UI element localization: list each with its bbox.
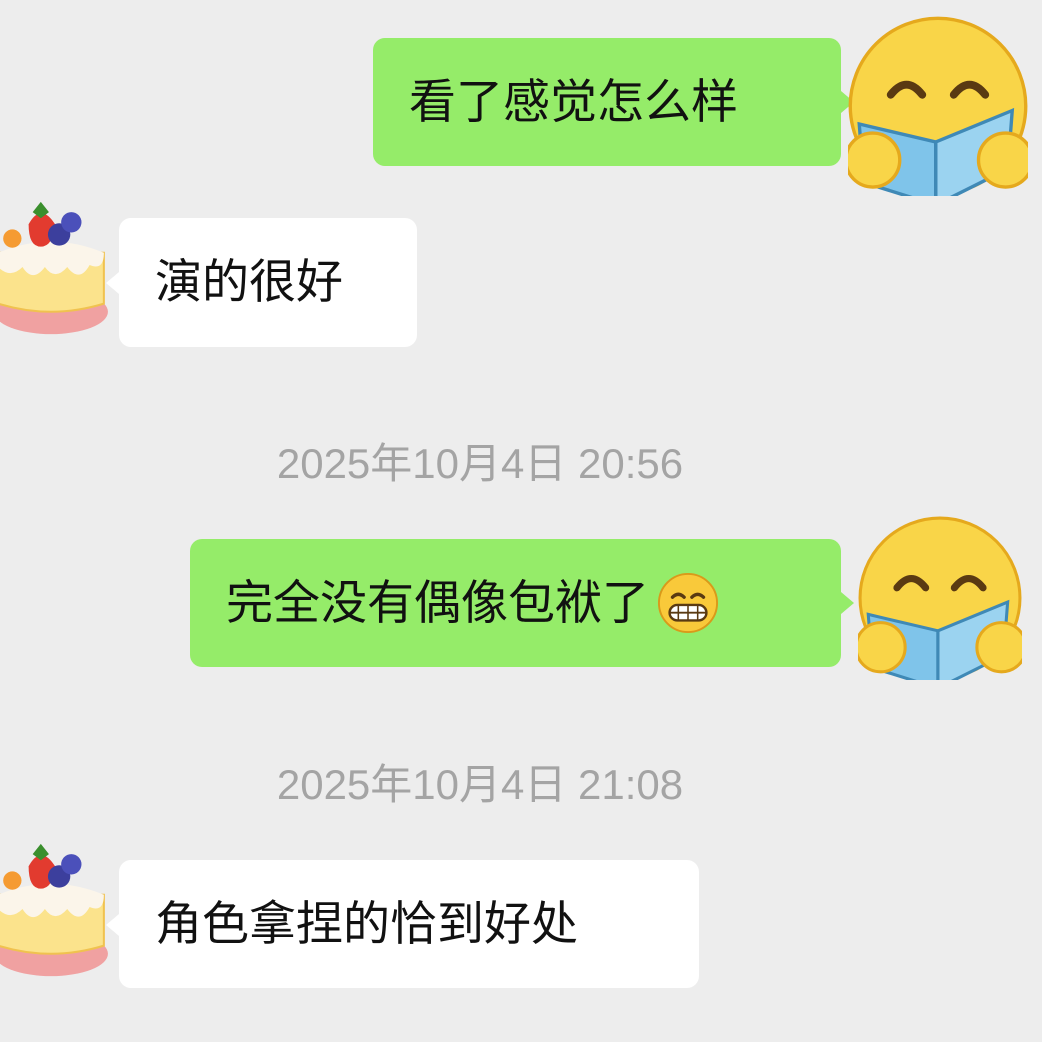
reading-emoji-icon [848, 16, 1028, 196]
reading-emoji-icon [858, 516, 1022, 680]
bubble-tail [106, 914, 119, 936]
cake-avatar[interactable] [0, 828, 112, 988]
message-bubble-received[interactable]: 角色拿捏的恰到好处 [119, 860, 699, 988]
reading-emoji-avatar[interactable] [848, 16, 1028, 196]
message-bubble-received[interactable]: 演的很好 [119, 218, 417, 347]
message-text: 完全没有偶像包袱了 [226, 575, 649, 631]
message-text: 演的很好 [155, 255, 343, 310]
message-text: 角色拿捏的恰到好处 [155, 896, 578, 952]
grinning-face-emoji-icon [657, 572, 719, 634]
message-bubble-sent[interactable]: 看了感觉怎么样 [373, 38, 841, 166]
bubble-tail [841, 592, 854, 614]
message-bubble-sent[interactable]: 完全没有偶像包袱了 [190, 539, 841, 667]
timestamp: 2025年10月4日 20:56 [276, 440, 684, 487]
cake-icon [0, 200, 109, 336]
reading-emoji-avatar[interactable] [858, 516, 1022, 680]
bubble-tail [106, 272, 119, 294]
message-text: 看了感觉怎么样 [409, 74, 738, 130]
timestamp: 2025年10月4日 21:08 [276, 761, 684, 808]
cake-avatar[interactable] [0, 186, 112, 346]
cake-icon [0, 842, 109, 978]
